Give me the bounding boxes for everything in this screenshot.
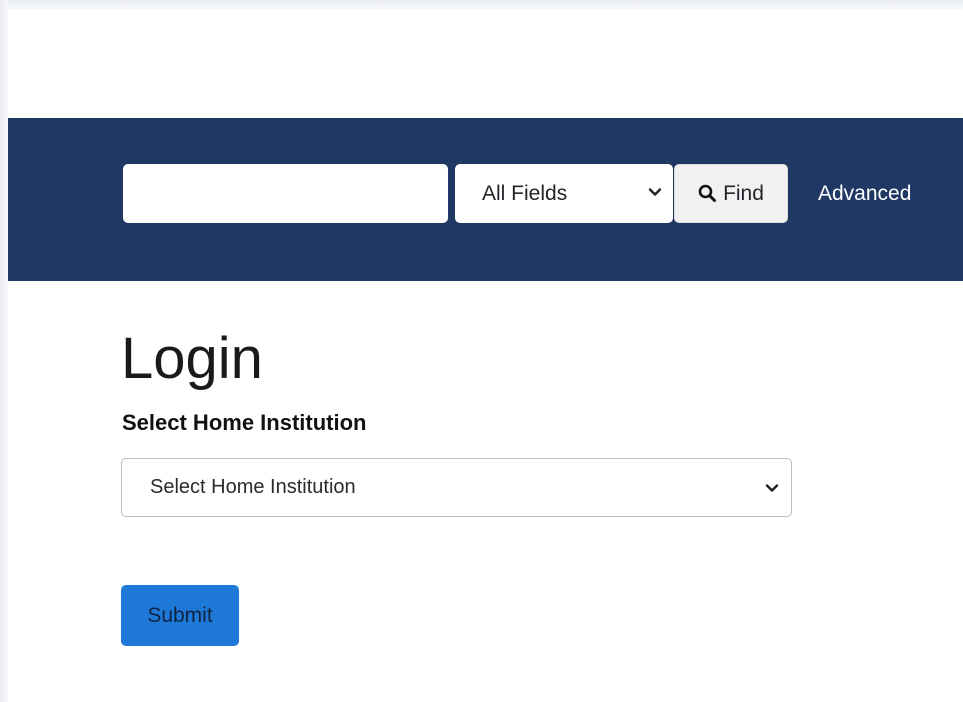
page: All Fields Find Advanced Login Select Ho… bbox=[0, 0, 963, 702]
search-field-select[interactable]: All Fields bbox=[455, 164, 673, 223]
submit-button[interactable]: Submit bbox=[121, 585, 239, 646]
window-top-edge bbox=[0, 0, 963, 9]
institution-select[interactable]: Select Home Institution bbox=[121, 458, 792, 517]
search-icon bbox=[698, 184, 717, 203]
find-button[interactable]: Find bbox=[674, 164, 788, 223]
chevron-down-icon bbox=[648, 188, 662, 196]
institution-label: Select Home Institution bbox=[122, 410, 367, 435]
institution-selected-value: Select Home Institution bbox=[150, 476, 356, 498]
search-input[interactable] bbox=[123, 164, 448, 223]
find-button-label: Find bbox=[723, 181, 764, 205]
chevron-down-icon bbox=[765, 484, 779, 492]
search-field-selected-value: All Fields bbox=[482, 181, 568, 205]
window-left-edge bbox=[0, 0, 8, 702]
advanced-search-link[interactable]: Advanced bbox=[818, 164, 911, 223]
page-title: Login bbox=[121, 326, 263, 391]
search-header: All Fields Find Advanced bbox=[8, 118, 963, 281]
